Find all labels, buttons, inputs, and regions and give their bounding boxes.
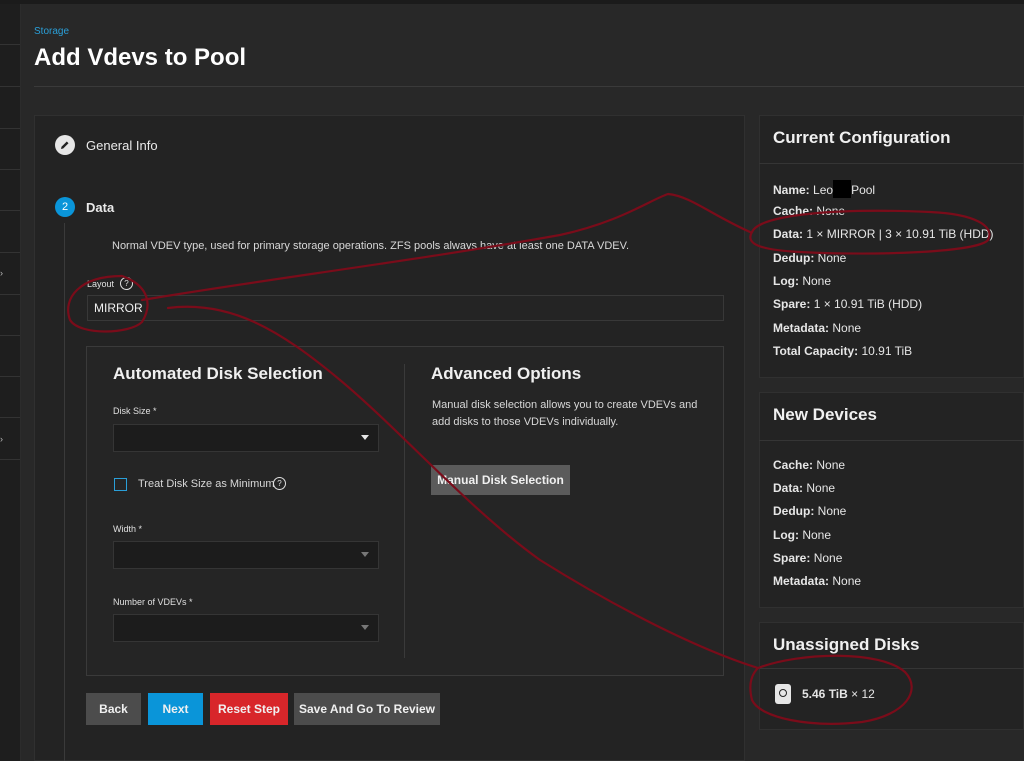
new-devices-title: New Devices — [773, 405, 877, 424]
number-of-vdevs-label: Number of VDEVs * — [113, 597, 193, 607]
config-spare: Spare: 1 × 10.91 TiB (HDD) — [773, 297, 923, 311]
manual-disk-selection-button[interactable]: Manual Disk Selection — [431, 465, 570, 495]
step-data[interactable]: Data — [86, 200, 114, 215]
next-button[interactable]: Next — [148, 693, 203, 725]
back-button[interactable]: Back — [86, 693, 141, 725]
new-spare: Spare: None — [773, 551, 843, 565]
new-data: Data: None — [773, 481, 836, 495]
new-dedup: Dedup: None — [773, 504, 847, 518]
advanced-options-description: Manual disk selection allows you to crea… — [432, 399, 698, 428]
treat-disk-size-min-label: Treat Disk Size as Minimum — [138, 478, 275, 490]
automated-disk-selection-title: Automated Disk Selection — [113, 364, 323, 383]
chevron-right-icon[interactable]: › — [0, 434, 3, 444]
advanced-options-title: Advanced Options — [431, 364, 582, 383]
config-log: Log: None — [773, 274, 832, 288]
divider — [759, 163, 1024, 164]
vdev-description: Normal VDEV type, used for primary stora… — [112, 240, 630, 252]
config-name: Name: Leo Pool — [773, 180, 875, 198]
layout-label: Layout — [87, 279, 115, 289]
hard-disk-icon — [775, 684, 791, 704]
number-of-vdevs-select[interactable] — [113, 614, 379, 642]
unassigned-disk-summary[interactable]: 5.46 TiB × 12 — [802, 687, 875, 701]
page-title: Add Vdevs to Pool — [34, 44, 247, 71]
left-nav: › › — [0, 4, 21, 761]
step-number-badge[interactable]: 2 — [55, 197, 75, 217]
layout-field[interactable] — [87, 295, 724, 321]
layout-value: MIRROR — [94, 301, 143, 315]
width-select[interactable] — [113, 541, 379, 569]
reset-step-button[interactable]: Reset Step — [210, 693, 288, 725]
config-data: Data: 1 × MIRROR | 3 × 10.91 TiB (HDD) — [773, 227, 994, 241]
treat-disk-size-min-checkbox[interactable] — [114, 478, 127, 491]
current-configuration-card — [759, 115, 1024, 378]
step-general-info[interactable]: General Info — [86, 138, 158, 153]
stepper-line — [64, 223, 65, 761]
divider — [404, 364, 405, 658]
new-cache: Cache: None — [773, 458, 846, 472]
help-icon[interactable]: ? — [120, 277, 133, 290]
save-and-review-button[interactable]: Save And Go To Review — [294, 693, 440, 725]
config-dedup: Dedup: None — [773, 251, 847, 265]
disk-size-label: Disk Size * — [113, 406, 157, 416]
pencil-icon[interactable] — [55, 135, 75, 155]
divider — [759, 668, 1024, 669]
chevron-right-icon[interactable]: › — [0, 268, 3, 278]
current-configuration-title: Current Configuration — [773, 128, 951, 147]
redaction-block — [833, 180, 852, 198]
width-label: Width * — [113, 524, 143, 534]
disk-size-select[interactable] — [113, 424, 379, 452]
divider — [759, 440, 1024, 441]
help-icon[interactable]: ? — [273, 477, 286, 490]
unassigned-disks-title: Unassigned Disks — [773, 635, 920, 654]
config-metadata: Metadata: None — [773, 321, 862, 335]
top-bar — [0, 0, 1024, 4]
breadcrumb[interactable]: Storage — [34, 26, 69, 37]
dropdown-arrow-icon[interactable] — [361, 435, 369, 440]
dropdown-arrow-icon[interactable] — [361, 625, 369, 630]
dropdown-arrow-icon[interactable] — [361, 552, 369, 557]
new-metadata: Metadata: None — [773, 574, 862, 588]
divider — [34, 86, 1024, 87]
config-total-capacity: Total Capacity: 10.91 TiB — [773, 344, 913, 358]
new-log: Log: None — [773, 528, 832, 542]
config-cache: Cache: None — [773, 204, 846, 218]
